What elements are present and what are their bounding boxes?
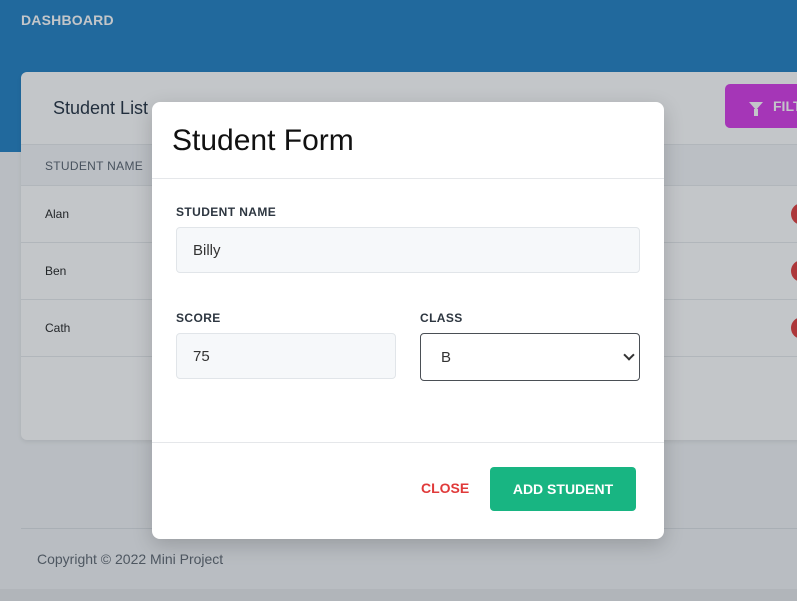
student-form-modal: Student Form STUDENT NAME Billy SCORE 75… [152, 102, 664, 539]
class-label: CLASS [420, 311, 463, 325]
score-label: SCORE [176, 311, 221, 325]
score-input[interactable]: 75 [176, 333, 396, 379]
student-name-input[interactable]: Billy [176, 227, 640, 273]
close-button[interactable]: CLOSE [421, 480, 469, 496]
modal-footer-divider [152, 442, 664, 443]
add-student-button[interactable]: ADD STUDENT [490, 467, 636, 511]
class-select[interactable]: B [420, 333, 640, 381]
chevron-down-icon [623, 349, 635, 361]
modal-header-divider [152, 178, 664, 179]
modal-title: Student Form [172, 124, 354, 157]
class-select-value: B [441, 348, 452, 366]
student-name-label: STUDENT NAME [176, 205, 277, 219]
